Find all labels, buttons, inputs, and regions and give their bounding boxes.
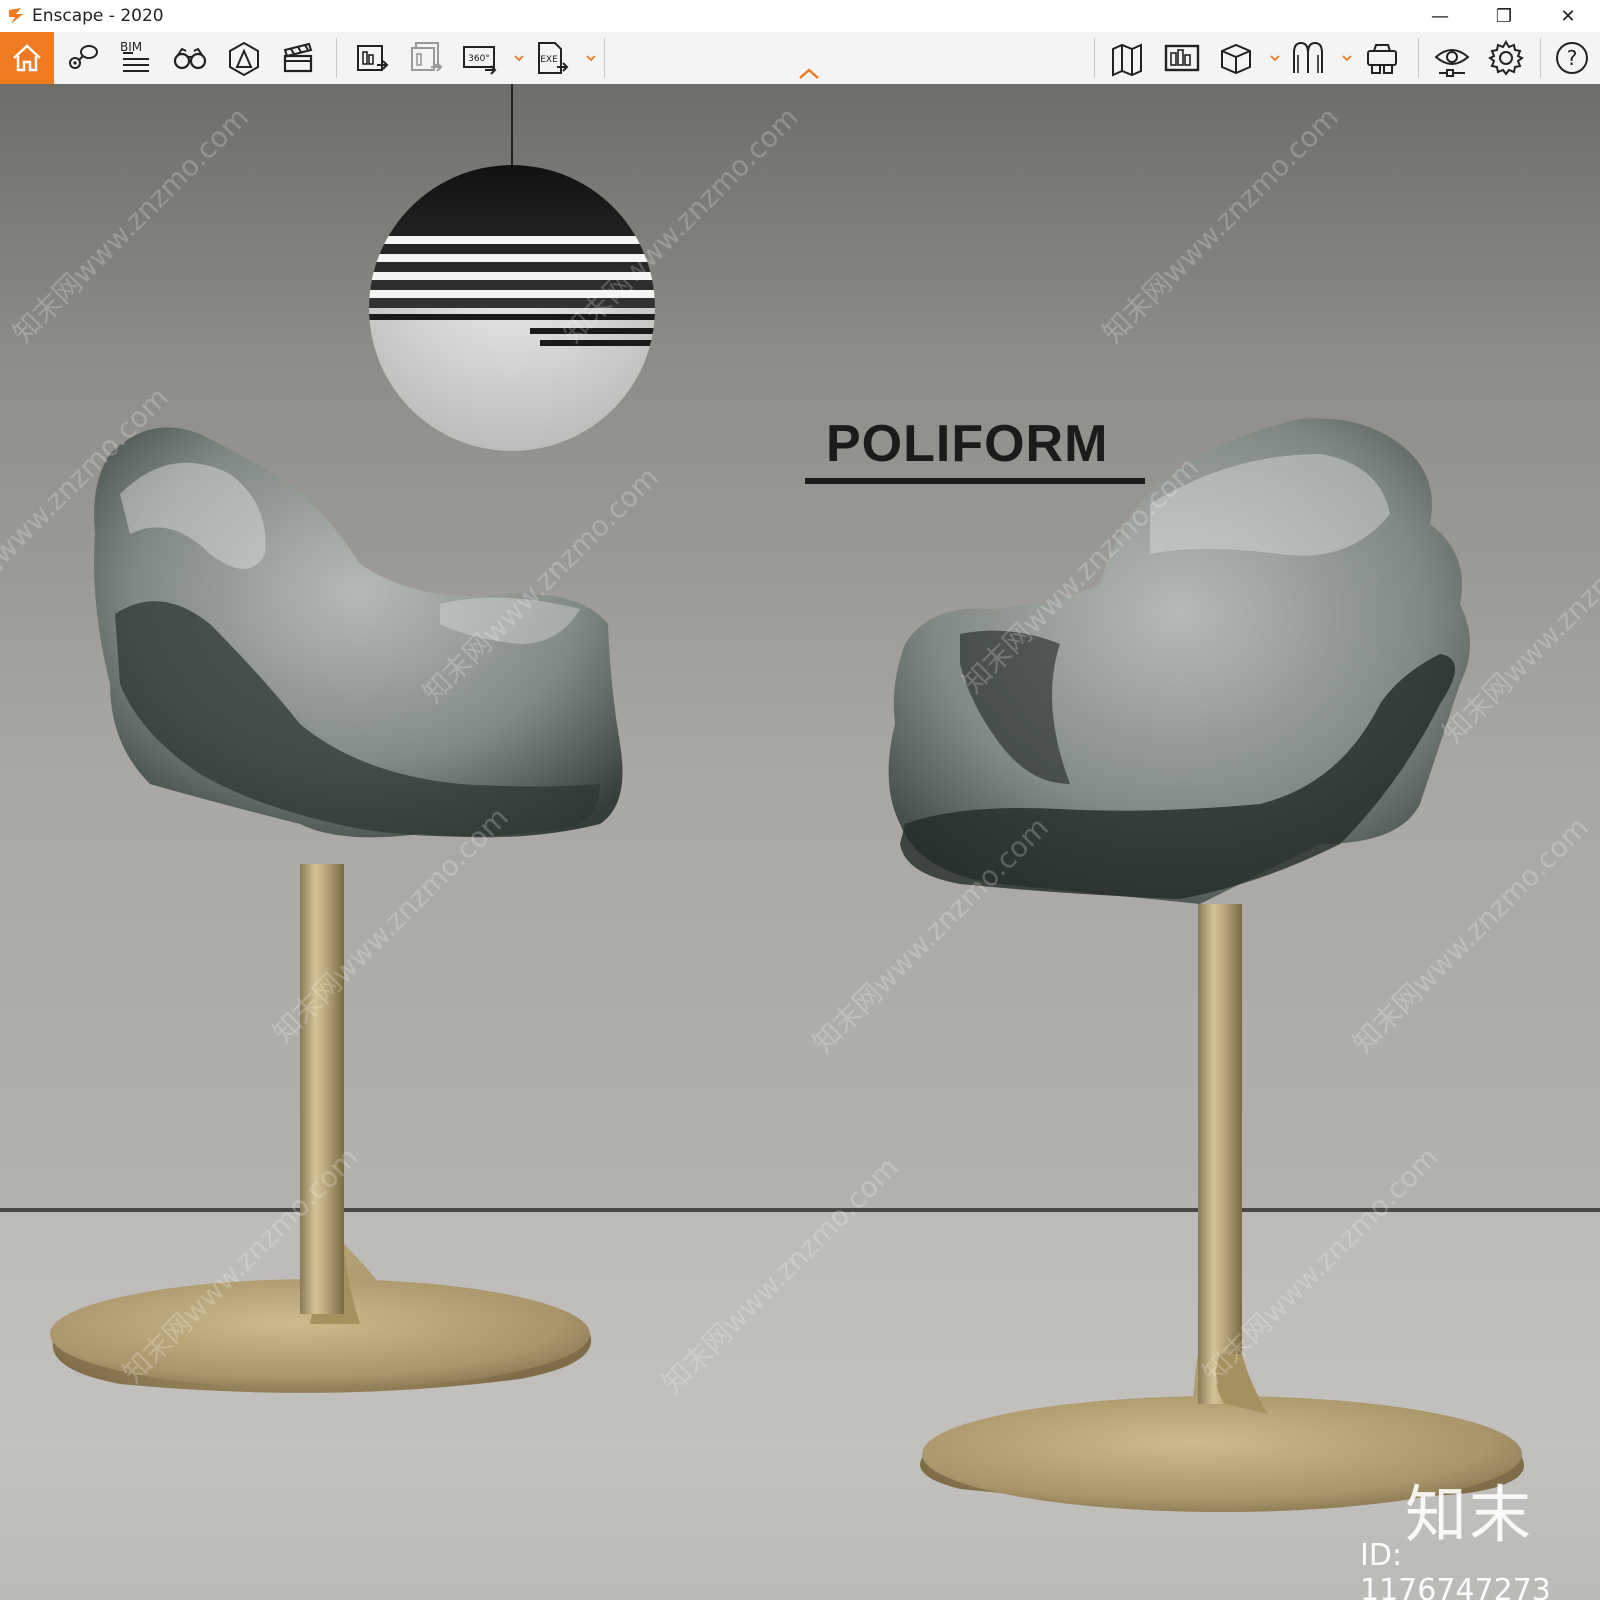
- visual-settings-button[interactable]: [1430, 36, 1474, 80]
- binoculars-icon: [173, 47, 207, 70]
- help-icon: ?: [1556, 42, 1588, 74]
- export-exe-icon: EXE: [538, 42, 569, 74]
- minimize-button[interactable]: —: [1408, 0, 1472, 32]
- restore-button[interactable]: ❐: [1472, 0, 1536, 32]
- views-button[interactable]: [60, 36, 104, 80]
- brand-underline: [805, 478, 1145, 484]
- render-360-dropdown-icon[interactable]: [514, 54, 524, 62]
- scene-artwork: [50, 84, 1524, 1512]
- render-image-icon: [357, 45, 389, 71]
- video-editor-icon: [283, 42, 313, 73]
- export-dropdown-icon[interactable]: [586, 54, 596, 62]
- window-controls: — ❐ ✕: [1408, 0, 1600, 32]
- atmosphere-icon: [229, 41, 259, 77]
- watermark-id: ID: 1176747273: [1360, 1538, 1551, 1600]
- toolbar-separator: [604, 38, 605, 78]
- title-bar: Enscape - 2020 — ❐ ✕: [0, 0, 1600, 32]
- toolbar-separator: [1540, 38, 1541, 78]
- screenshot-gallery-icon: [1164, 44, 1200, 72]
- material-button[interactable]: [1286, 36, 1330, 80]
- visual-settings-icon: [1434, 49, 1470, 77]
- atmosphere-button[interactable]: [222, 36, 266, 80]
- map-button[interactable]: [1106, 36, 1150, 80]
- svg-text:EXE: EXE: [540, 55, 558, 65]
- brand-wordmark: POLIFORM: [826, 415, 1109, 473]
- render-viewport[interactable]: POLIFORM 知末网www.znzmo.com 知末网www.znzmo.c…: [0, 84, 1600, 1600]
- asset-library-button[interactable]: [1214, 36, 1258, 80]
- settings-icon: [1488, 40, 1524, 76]
- views-icon: [69, 45, 98, 69]
- screenshot-gallery-button[interactable]: [1160, 36, 1204, 80]
- material-icon: [1293, 41, 1323, 73]
- render-image-button[interactable]: [350, 36, 394, 80]
- render-360-icon: 360°: [463, 46, 497, 75]
- settings-button[interactable]: [1484, 36, 1528, 80]
- vr-headset-button[interactable]: [1360, 36, 1404, 80]
- svg-text:360°: 360°: [468, 54, 490, 64]
- help-button[interactable]: ?: [1550, 36, 1594, 80]
- asset-library-icon: [1221, 43, 1251, 75]
- toolbar-separator: [336, 38, 337, 78]
- map-icon: [1112, 43, 1142, 77]
- toolbar: BIM 360° EXE ?: [0, 32, 1600, 85]
- vr-headset-icon: [1367, 44, 1397, 74]
- toolbar-separator: [1418, 38, 1419, 78]
- bim-label: BIM: [120, 40, 143, 54]
- enscape-logo-icon: [9, 8, 23, 24]
- batch-render-icon: [411, 42, 443, 72]
- window-title: Enscape - 2020: [32, 6, 164, 26]
- render-360-button[interactable]: 360°: [458, 36, 502, 80]
- close-button[interactable]: ✕: [1536, 0, 1600, 32]
- material-dropdown-icon[interactable]: [1342, 54, 1352, 62]
- home-button[interactable]: [0, 32, 54, 84]
- binoculars-button[interactable]: [168, 36, 212, 80]
- toolbar-separator: [1094, 38, 1095, 78]
- collapse-toolbar-icon[interactable]: [798, 68, 820, 80]
- home-icon: [13, 44, 41, 72]
- video-editor-button[interactable]: [276, 36, 320, 80]
- batch-render-button[interactable]: [404, 36, 448, 80]
- svg-text:?: ?: [1567, 46, 1578, 70]
- asset-dropdown-icon[interactable]: [1270, 54, 1280, 62]
- export-exe-button[interactable]: EXE: [530, 36, 574, 80]
